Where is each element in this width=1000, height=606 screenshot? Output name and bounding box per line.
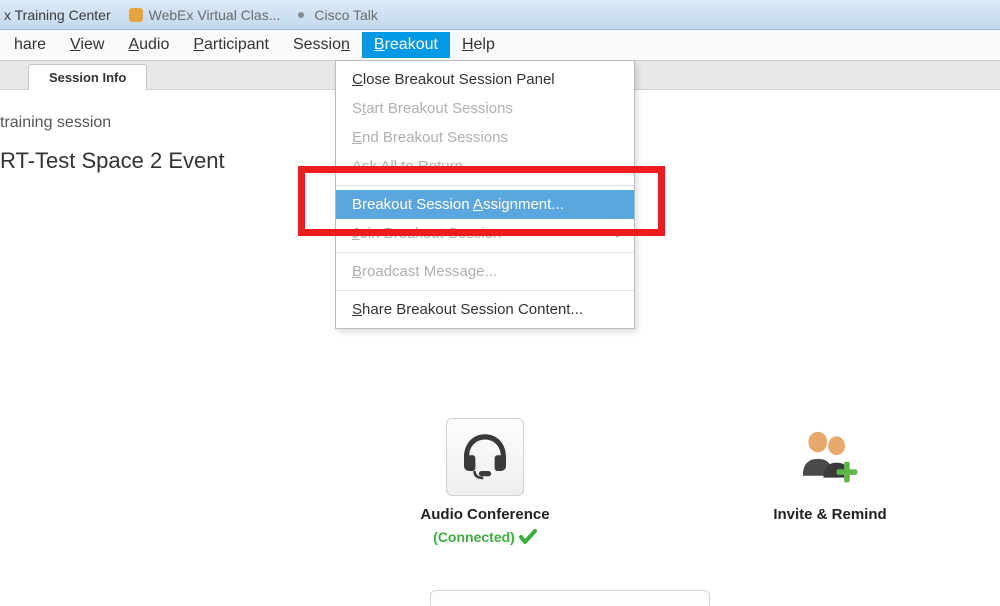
menu-audio[interactable]: Audio bbox=[116, 32, 181, 58]
browser-tab-1[interactable]: WebEx Virtual Clas... bbox=[129, 7, 281, 23]
dd-close-panel[interactable]: Close Breakout Session Panel bbox=[336, 65, 634, 94]
menu-share[interactable]: hare bbox=[2, 32, 58, 58]
window-titlebar: x Training Center WebEx Virtual Clas... … bbox=[0, 0, 1000, 30]
people-plus-icon bbox=[791, 418, 869, 496]
audio-status: (Connected) bbox=[433, 529, 537, 545]
dd-end-sessions: End Breakout Sessions bbox=[336, 123, 634, 152]
tab-separator-icon bbox=[298, 12, 304, 18]
breakout-dropdown-menu: Close Breakout Session Panel Start Break… bbox=[335, 60, 635, 329]
tab-session-info[interactable]: Session Info bbox=[28, 64, 147, 90]
checkmark-icon bbox=[519, 529, 537, 545]
dd-ask-return: Ask All to Return bbox=[336, 152, 634, 181]
dd-broadcast: Broadcast Message... bbox=[336, 257, 634, 286]
bottom-panel-edge bbox=[430, 590, 710, 606]
app-title: x Training Center bbox=[4, 7, 111, 23]
menu-help[interactable]: Help bbox=[450, 32, 507, 58]
invite-remind-block[interactable]: Invite & Remind bbox=[745, 418, 915, 545]
audio-conference-label: Audio Conference bbox=[420, 506, 549, 523]
menu-view[interactable]: View bbox=[58, 32, 116, 58]
dd-join-session: Join Breakout Session▶ bbox=[336, 219, 634, 248]
dd-start-sessions: Start Breakout Sessions bbox=[336, 94, 634, 123]
favicon-icon bbox=[129, 8, 143, 22]
quick-actions-row: Audio Conference (Connected) bbox=[0, 418, 1000, 545]
menu-bar: hare View Audio Participant Session Brea… bbox=[0, 30, 1000, 60]
invite-remind-label: Invite & Remind bbox=[773, 506, 886, 523]
menu-participant[interactable]: Participant bbox=[181, 32, 281, 58]
dd-share-content[interactable]: Share Breakout Session Content... bbox=[336, 295, 634, 324]
menu-breakout[interactable]: Breakout bbox=[362, 32, 450, 58]
menu-session[interactable]: Session bbox=[281, 32, 362, 58]
headset-icon bbox=[446, 418, 524, 496]
dd-separator-3 bbox=[336, 290, 634, 291]
audio-conference-block[interactable]: Audio Conference (Connected) bbox=[400, 418, 570, 545]
browser-tab-2[interactable]: Cisco Talk bbox=[314, 7, 378, 23]
dd-separator bbox=[336, 185, 634, 186]
dd-separator-2 bbox=[336, 252, 634, 253]
dd-assignment[interactable]: Breakout Session Assignment... bbox=[336, 190, 634, 219]
